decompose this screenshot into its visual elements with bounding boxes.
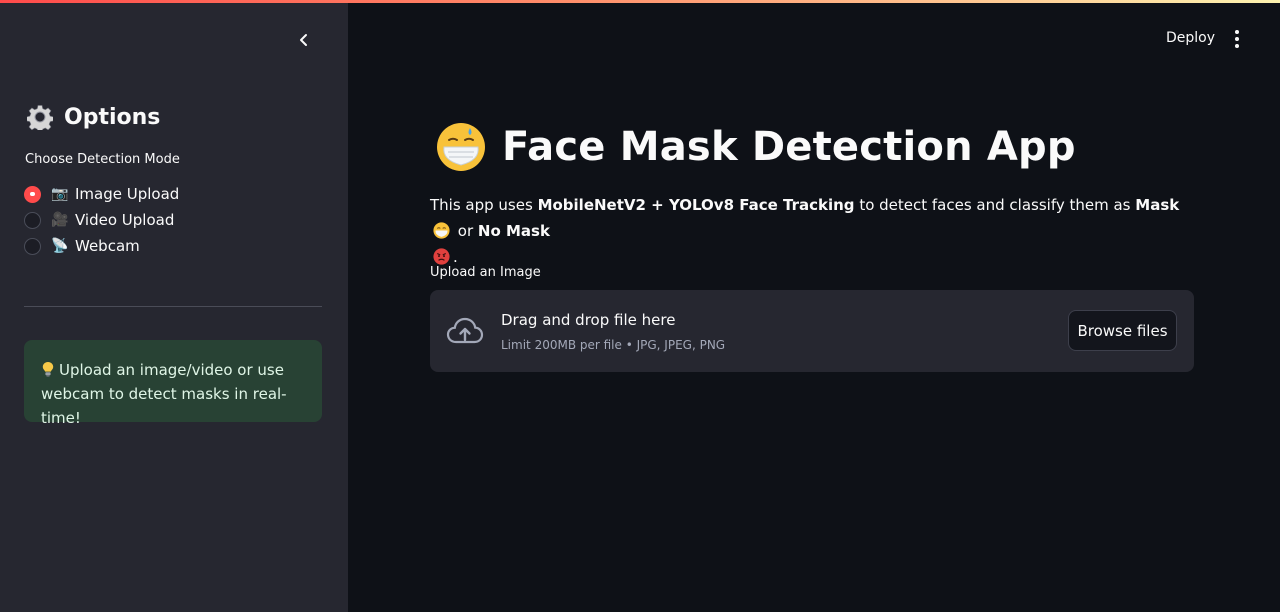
more-vertical-icon-dot <box>1235 37 1239 41</box>
sidebar-divider <box>24 306 322 307</box>
deploy-button[interactable]: Deploy <box>1158 28 1223 48</box>
face-with-mask-icon <box>433 222 450 239</box>
top-decoration-bar <box>0 0 1280 3</box>
file-dropzone[interactable]: Drag and drop file here Limit 200MB per … <box>430 290 1194 372</box>
camera-icon: 📷 <box>51 186 69 202</box>
description-mask-label: Mask <box>1135 196 1180 214</box>
sidebar-title: Options <box>27 104 160 130</box>
dropzone-limit-text: Limit 200MB per file • JPG, JPEG, PNG <box>501 338 726 352</box>
page-title: Face Mask Detection App <box>436 122 1076 172</box>
info-text: Upload an image/video or use webcam to d… <box>41 361 287 427</box>
main-menu-button[interactable] <box>1228 28 1246 50</box>
description-model: MobileNetV2 + YOLOv8 Face Tracking <box>537 196 855 214</box>
cloud-upload-icon <box>446 317 484 344</box>
sidebar-title-text: Options <box>64 104 161 130</box>
radio-option-webcam[interactable]: 📡 Webcam <box>24 233 179 259</box>
angry-face-icon <box>433 248 450 265</box>
detection-mode-label: Choose Detection Mode <box>25 152 180 167</box>
radio-option-image-upload[interactable]: 📷 Image Upload <box>24 181 179 207</box>
gear-icon <box>27 104 53 130</box>
description-text: . <box>453 248 458 266</box>
radio-label: Video Upload <box>75 211 175 229</box>
satellite-antenna-icon: 📡 <box>51 238 69 254</box>
info-alert: Upload an image/video or use webcam to d… <box>24 340 322 427</box>
detection-mode-radio-group: 📷 Image Upload 🎥 Video Upload 📡 Webcam <box>24 181 179 259</box>
browse-files-button[interactable]: Browse files <box>1068 310 1177 351</box>
dropzone-title: Drag and drop file here <box>501 311 676 329</box>
description-text: This app uses <box>430 196 538 214</box>
more-vertical-icon-dot <box>1235 44 1239 48</box>
radio-label: Image Upload <box>75 185 180 203</box>
app-description: This app uses MobileNetV2 + YOLOv8 Face … <box>430 192 1190 270</box>
light-bulb-icon <box>42 362 54 377</box>
radio-option-video-upload[interactable]: 🎥 Video Upload <box>24 207 179 233</box>
more-vertical-icon-dot <box>1235 30 1239 34</box>
collapse-sidebar-button[interactable] <box>292 28 316 52</box>
radio-button-selected[interactable] <box>24 185 41 203</box>
description-text: or <box>453 222 478 240</box>
chevron-left-icon <box>300 34 307 46</box>
page-title-text: Face Mask Detection App <box>502 124 1076 170</box>
description-text: to detect faces and classify them as <box>854 196 1136 214</box>
radio-button[interactable] <box>24 237 41 255</box>
radio-label: Webcam <box>75 237 140 255</box>
upload-label: Upload an Image <box>430 265 541 280</box>
radio-button[interactable] <box>24 211 41 229</box>
description-no-mask-label: No Mask <box>477 222 550 240</box>
video-camera-icon: 🎥 <box>51 212 69 228</box>
face-with-mask-icon <box>437 123 485 171</box>
sidebar: Options Choose Detection Mode 📷 Image Up… <box>0 0 348 612</box>
